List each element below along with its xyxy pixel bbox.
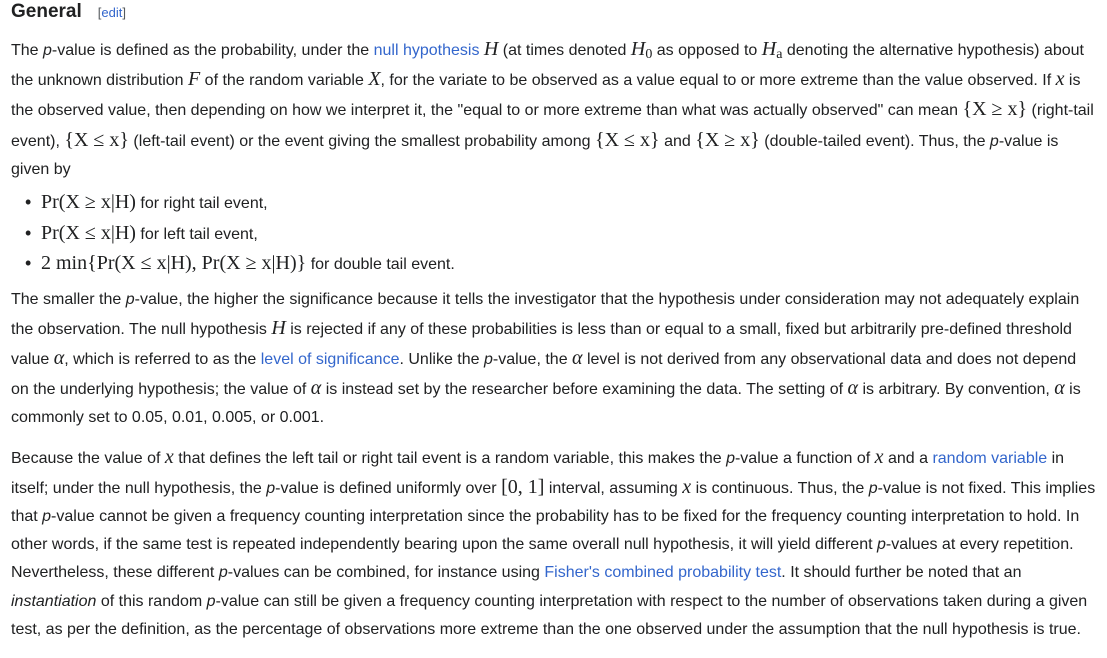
text: interval, assuming [544,479,683,497]
text: (at times denoted [498,42,631,59]
text: and [659,132,696,150]
section-title: General [11,1,82,22]
math-Ha: Ha [761,38,783,62]
math-F: F [188,68,201,91]
edit-link[interactable]: edit [101,5,122,20]
math-le-set: {X ≤ x} [595,128,660,151]
p-italic: p [206,592,216,610]
p-italic: p [42,507,52,525]
text: -values can be combined, for instance us… [227,564,545,582]
text: , for the variate to be observed as a va… [380,72,1056,90]
math-alpha: α [847,377,859,400]
instantiation-emphasis: instantiation [11,592,97,610]
pvalue-formula-list: Pr(X ≥ x|H) for right tail event, Pr(X ≤… [11,188,1096,280]
random-variable-link[interactable]: random variable [932,450,1047,467]
text: that defines the left tail or right tail… [173,449,727,467]
math-alpha: α [53,346,65,369]
text: (double-tailed event). Thus, the [759,132,990,150]
math-base: H [761,38,777,60]
p-italic: p [43,42,52,59]
p-italic: p [266,479,276,497]
text: Because the value of [11,449,165,467]
math-right-tail-set: {X ≥ x} [962,98,1028,121]
edit-section: [edit] [98,5,126,20]
p-italic: p [726,449,735,467]
math-left-tail-set: {X ≤ x} [64,128,129,151]
math-x: x [164,445,174,468]
math-alpha: α [1054,377,1065,400]
text: is continuous. Thus, the [691,479,869,497]
math-x: x [874,445,884,468]
text: . It should further be noted that an [781,564,1022,582]
p-italic: p [876,536,886,554]
math-base: H [630,38,646,60]
list-item-text: for double tail event. [306,256,455,274]
p-italic: p [125,290,135,308]
list-item-text: for right tail event, [135,195,268,213]
math-interval: [0, 1] [501,475,545,498]
math-formula: Pr(X ≥ x|H) [41,191,136,214]
math-formula: Pr(X ≤ x|H) [41,221,136,244]
paragraph-definition: The p-value is defined as the probabilit… [11,35,1096,184]
text: is arbitrary. By convention, [858,381,1055,399]
list-item: Pr(X ≥ x|H) for right tail event, [25,188,1096,219]
math-H: H [271,316,286,339]
text: -value a function of [734,449,875,467]
article-section: General [edit] The p-value is defined as… [0,0,1107,658]
p-italic: p [989,132,999,150]
math-alpha: α [310,377,322,400]
p-italic: p [868,479,878,497]
text: , which is referred to as the [64,350,261,368]
math-H: H [483,38,499,60]
text: The smaller the [11,290,126,308]
list-item-text: for left tail event, [135,225,258,243]
text: of the random variable [200,72,369,90]
math-ge-set: {X ≥ x} [695,128,760,151]
paragraph-significance: The smaller the p-value, the higher the … [11,286,1096,433]
math-H0: H0 [630,38,652,62]
text: The [11,42,44,59]
fisher-combined-test-link[interactable]: Fisher's combined probability test [544,564,781,581]
math-alpha: α [572,346,583,369]
section-header: General [edit] [11,0,1096,25]
paragraph-random-variable: Because the value of x that defines the … [11,443,1096,644]
p-italic: p [218,564,228,582]
list-item: 2 min{Pr(X ≤ x|H), Pr(X ≥ x|H)} for doub… [25,249,1096,280]
text: -value, the [492,350,573,368]
level-of-significance-link[interactable]: level of significance [261,351,400,368]
text: (left-tail event) or the event giving th… [128,132,595,150]
math-x: x [682,475,692,498]
text: -value is defined uniformly over [275,479,502,497]
list-item: Pr(X ≤ x|H) for left tail event, [25,219,1096,250]
text: . Unlike the [399,350,484,368]
text: is instead set by the researcher before … [321,381,848,399]
null-hypothesis-link[interactable]: null hypothesis [374,42,480,59]
edit-bracket-close: ] [122,5,126,20]
math-X: X [368,68,381,91]
text: of this random [96,592,207,610]
text: as opposed to [652,42,762,59]
text: -value is defined as the probability, un… [51,42,374,59]
text: and a [883,449,933,467]
p-italic: p [483,350,493,368]
math-formula: 2 min{Pr(X ≤ x|H), Pr(X ≥ x|H)} [41,252,307,275]
